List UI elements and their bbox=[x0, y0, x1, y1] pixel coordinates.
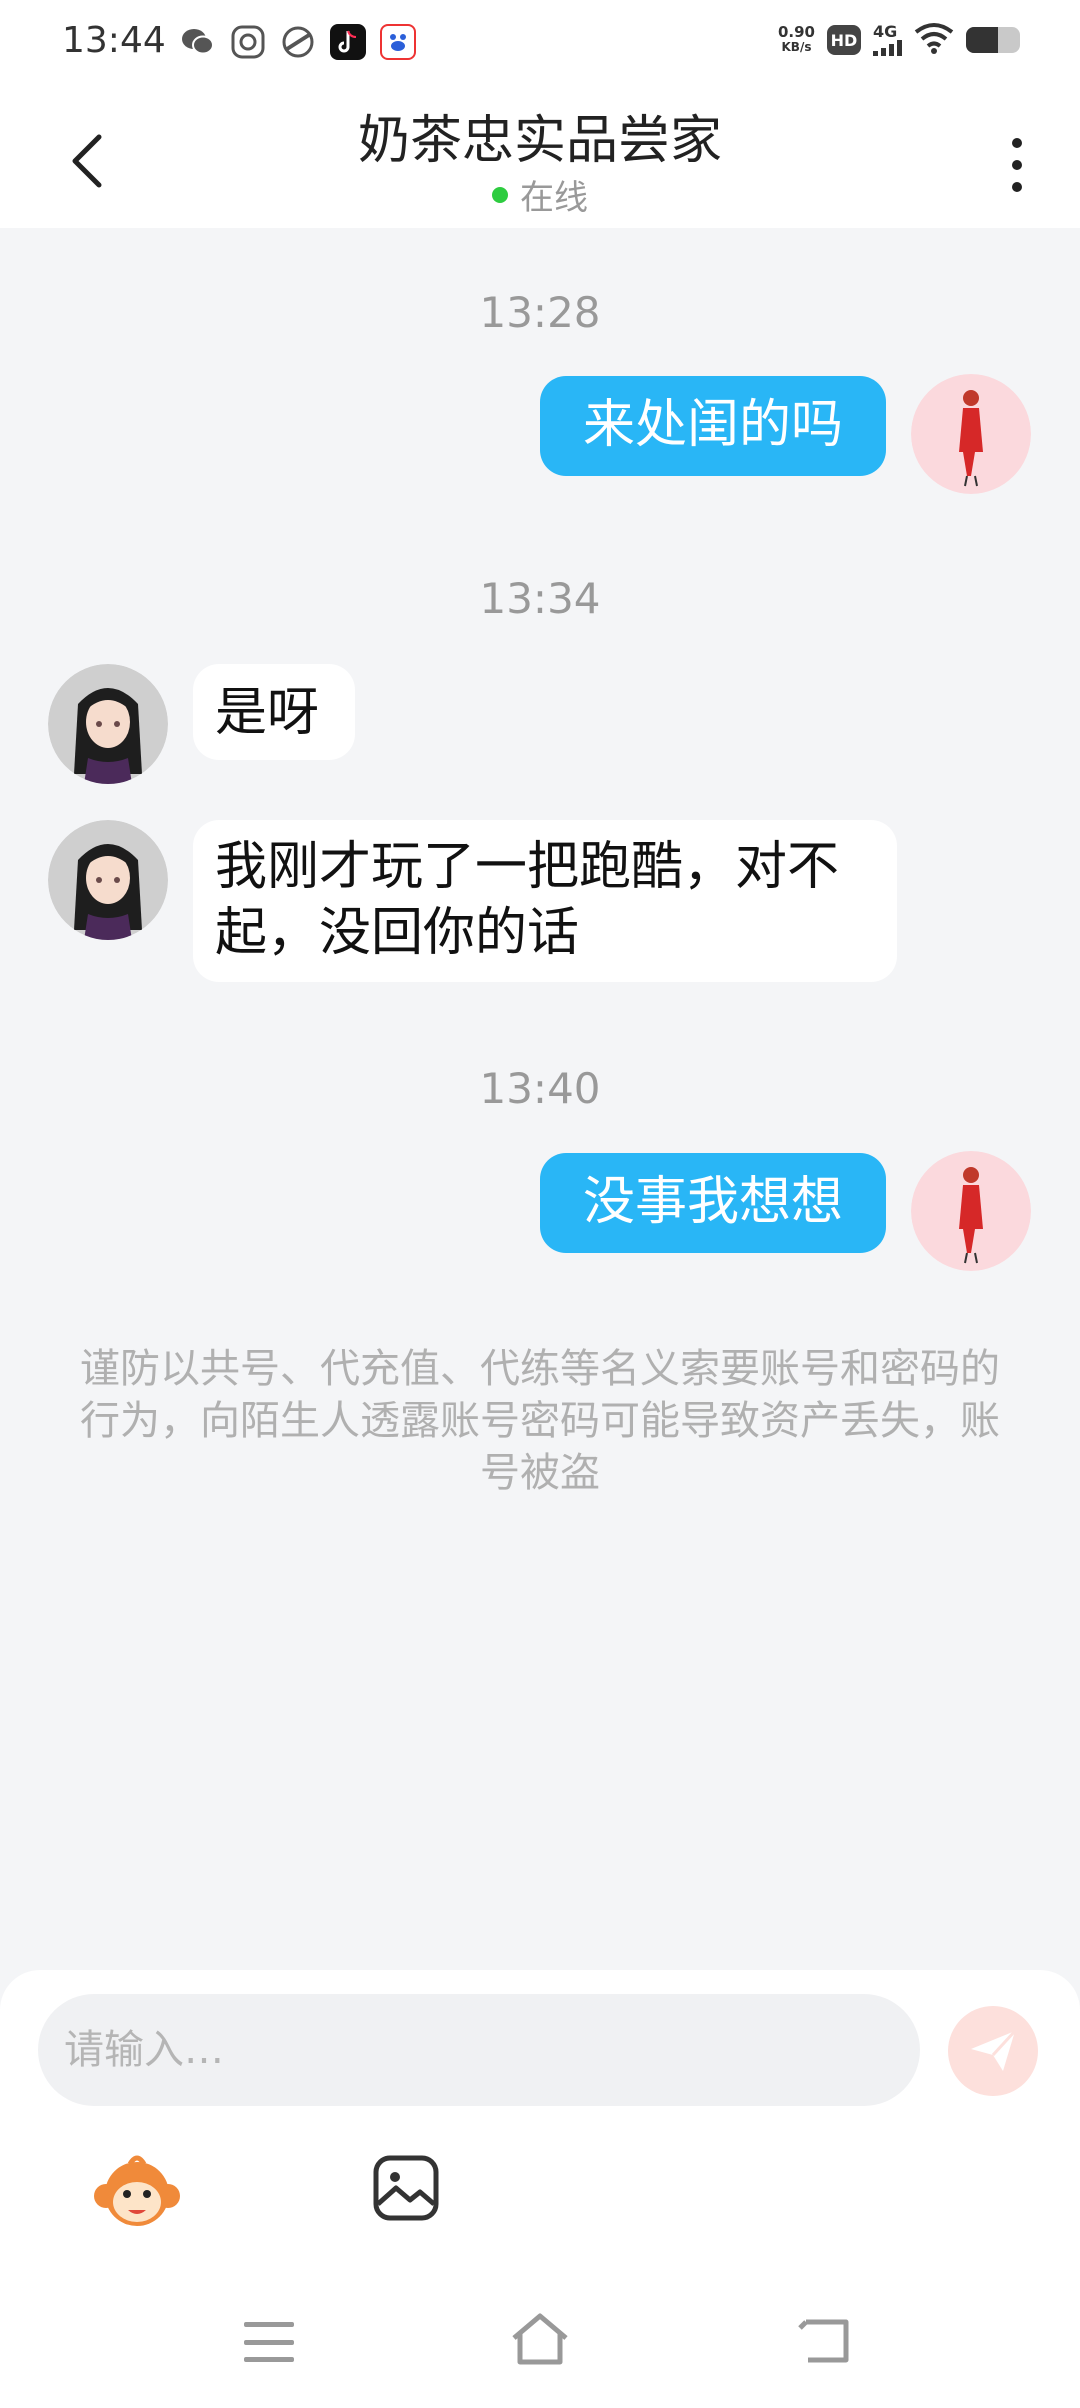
contact-name: 奶茶忠实品尝家 bbox=[357, 111, 722, 171]
net-speed: 0.90 KB/s bbox=[777, 23, 815, 55]
nav-home-button[interactable] bbox=[510, 2312, 570, 2368]
more-options-button[interactable] bbox=[992, 130, 1042, 200]
nav-menu-button[interactable] bbox=[244, 2322, 294, 2362]
online-status-label: 在线 bbox=[520, 178, 588, 218]
image-button[interactable] bbox=[370, 2152, 442, 2224]
home-icon bbox=[512, 2313, 568, 2365]
message-timestamp: 13:40 bbox=[479, 1064, 601, 1113]
my-avatar[interactable] bbox=[911, 1151, 1031, 1271]
battery-level bbox=[966, 27, 999, 53]
send-icon bbox=[971, 2029, 1017, 2071]
signal-icon: 4G bbox=[873, 24, 902, 56]
nav-back-button[interactable] bbox=[798, 2314, 852, 2366]
chat-header: 奶茶忠实品尝家 在线 bbox=[0, 86, 1080, 228]
sticker-button[interactable] bbox=[92, 2148, 182, 2238]
chat-messages[interactable]: 13:28 来处闺的吗 13:34 是呀 我刚才玩了一把跑酷，对不起，没回你的话… bbox=[0, 228, 1080, 1970]
my-message-bubble[interactable]: 没事我想想 bbox=[540, 1153, 886, 1253]
hd-icon: HD bbox=[827, 25, 861, 55]
message-input[interactable] bbox=[38, 1994, 920, 2106]
message-timestamp: 13:28 bbox=[479, 288, 601, 337]
status-bar: 13:44 0.90 KB/s HD 4G bbox=[0, 0, 1080, 86]
security-notice: 谨防以共号、代充值、代练等名义索要账号和密码的行为，向陌生人透露账号密码可能导致… bbox=[80, 1346, 1000, 1496]
online-status: 在线 bbox=[0, 170, 1080, 219]
send-button[interactable] bbox=[948, 2006, 1038, 2096]
gallery-app-icon bbox=[280, 24, 316, 60]
contact-avatar[interactable] bbox=[48, 664, 168, 784]
status-time: 13:44 bbox=[62, 20, 166, 61]
system-status-icons: 0.90 KB/s HD 4G bbox=[778, 22, 1020, 58]
image-icon bbox=[373, 2155, 439, 2221]
message-timestamp: 13:34 bbox=[479, 574, 601, 623]
contact-message-bubble[interactable]: 我刚才玩了一把跑酷，对不起，没回你的话 bbox=[193, 820, 897, 982]
my-avatar[interactable] bbox=[911, 374, 1031, 494]
online-dot-icon bbox=[492, 186, 508, 203]
back-arrow-icon bbox=[798, 2319, 849, 2363]
contact-message-bubble[interactable]: 是呀 bbox=[193, 664, 355, 760]
monkey-sticker-icon bbox=[94, 2155, 180, 2226]
contact-avatar[interactable] bbox=[48, 820, 168, 940]
notification-icons bbox=[180, 24, 416, 60]
wifi-icon bbox=[914, 22, 954, 58]
wechat-icon bbox=[180, 24, 216, 60]
input-panel bbox=[0, 1970, 1080, 2408]
battery-icon bbox=[966, 27, 1020, 53]
my-message-bubble[interactable]: 来处闺的吗 bbox=[540, 376, 886, 476]
scan-app-icon bbox=[230, 24, 266, 60]
baidu-icon bbox=[380, 24, 416, 60]
tiktok-icon bbox=[330, 24, 366, 60]
